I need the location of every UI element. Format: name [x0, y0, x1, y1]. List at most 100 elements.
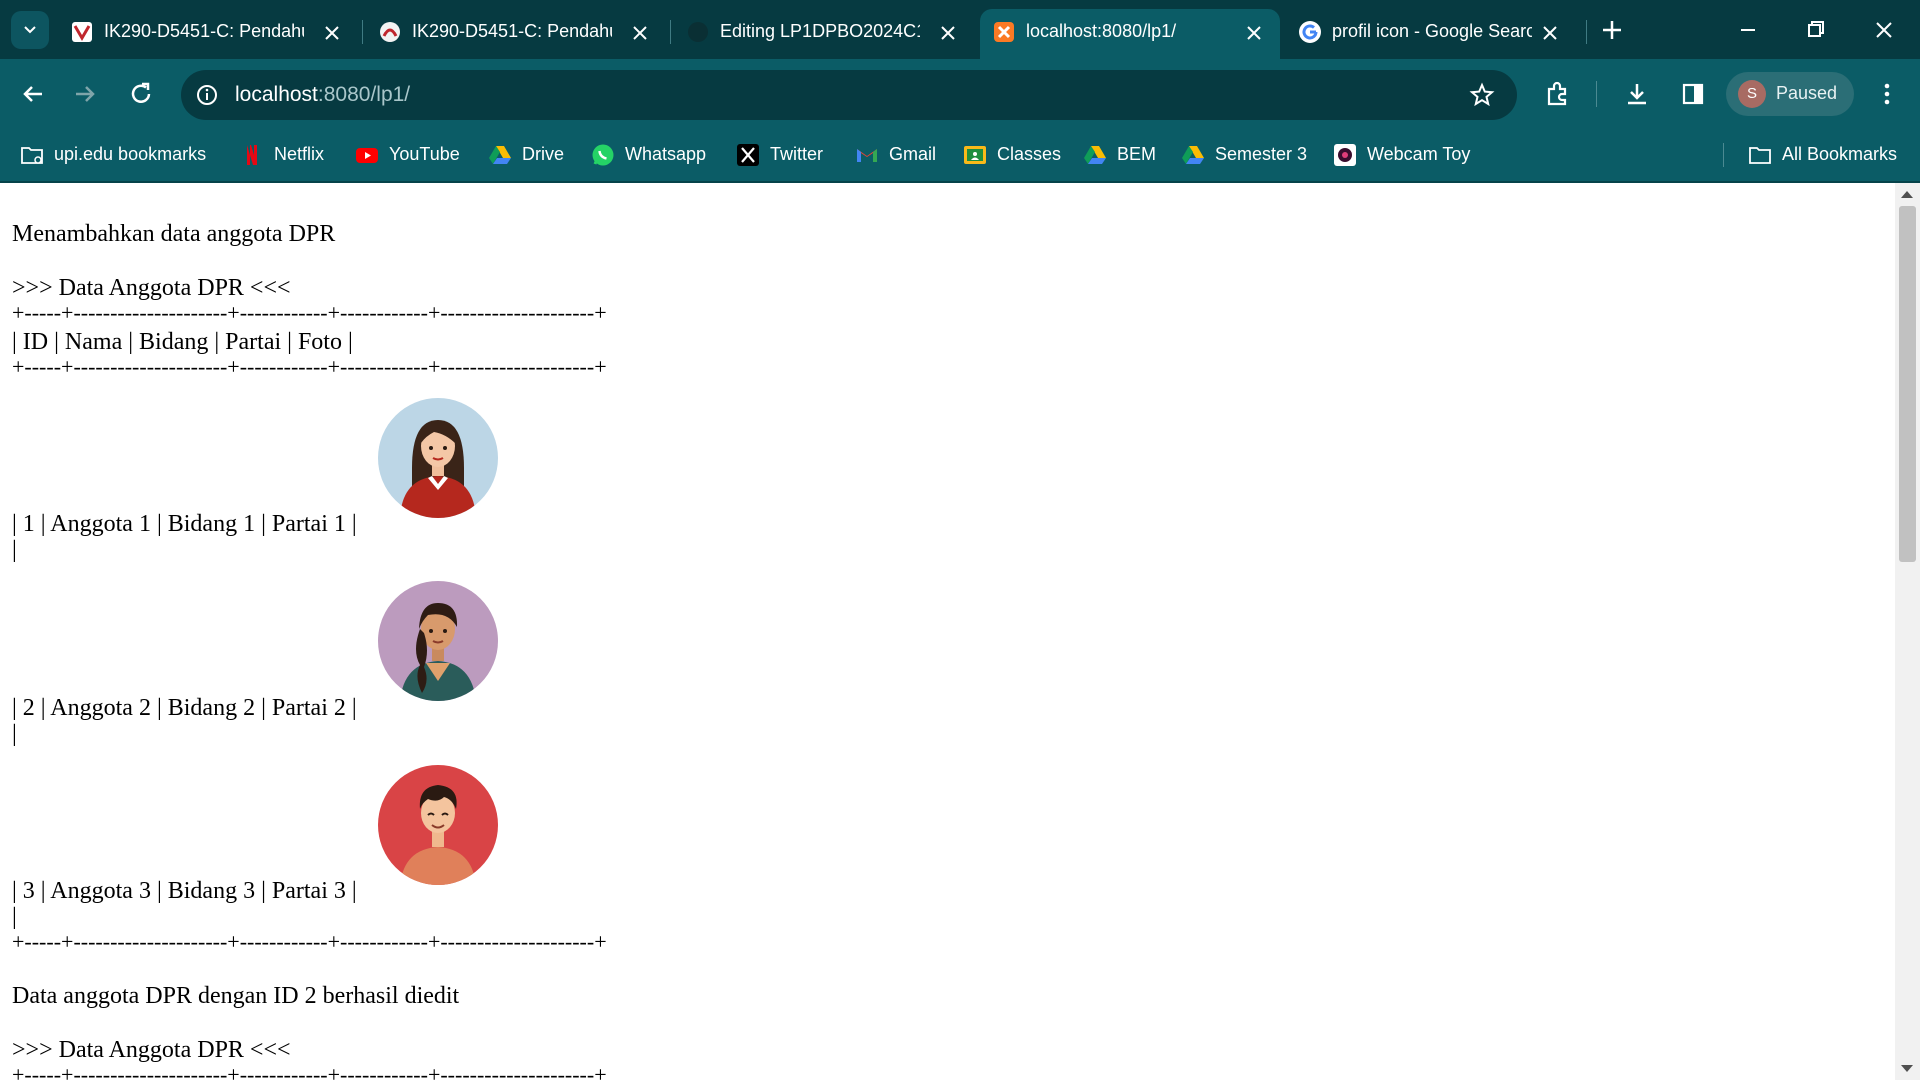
tab-title: localhost:8080/lp1/ — [1026, 21, 1177, 41]
bookmark-upi-folder[interactable]: upi.edu bookmarks — [20, 140, 215, 170]
extensions-icon[interactable] — [1541, 77, 1575, 111]
tab-title: profil icon - Google Searc — [1332, 21, 1532, 41]
table-border-top: +-----+---------------------+-----------… — [12, 300, 607, 325]
add-message: Menambahkan data anggota DPR — [12, 221, 336, 247]
scroll-down-arrow[interactable] — [1901, 1065, 1913, 1072]
bookmark-label: Classes — [997, 144, 1062, 164]
bookmark-label: Semester 3 — [1215, 144, 1308, 164]
close-icon[interactable] — [1242, 21, 1266, 45]
forward-arrow-icon[interactable] — [68, 77, 102, 111]
side-panel-icon[interactable] — [1676, 77, 1710, 111]
bookmarks-divider — [1723, 143, 1724, 167]
tab-search-button[interactable] — [11, 11, 49, 49]
bookmark-star-icon[interactable] — [1469, 82, 1495, 108]
profile-button[interactable]: S Paused — [1726, 72, 1854, 116]
woman-braid-avatar — [378, 581, 498, 701]
tab-localhost[interactable]: localhost:8080/lp1/ — [980, 9, 1280, 59]
bookmark-twitter[interactable]: Twitter — [736, 140, 836, 170]
bookmark-gmail[interactable]: Gmail — [855, 140, 945, 170]
webcam-icon — [1334, 144, 1356, 166]
close-window-icon[interactable] — [1866, 12, 1902, 48]
bookmark-whatsapp[interactable]: Whatsapp — [591, 140, 716, 170]
tab-separator — [1586, 20, 1587, 44]
bookmark-label: upi.edu bookmarks — [54, 144, 207, 164]
download-icon[interactable] — [1620, 77, 1654, 111]
url-text[interactable]: localhost:8080/lp1/ — [235, 83, 410, 107]
bookmark-youtube[interactable]: YouTube — [355, 140, 465, 170]
bookmark-label: All Bookmarks — [1782, 144, 1898, 164]
bookmark-bem[interactable]: BEM — [1083, 140, 1163, 170]
restore-icon[interactable] — [1798, 12, 1834, 48]
xampp-icon — [994, 22, 1014, 42]
profile-status: Paused — [1776, 83, 1838, 103]
close-icon[interactable] — [1538, 21, 1562, 45]
toolbar-divider — [1596, 81, 1597, 107]
bookmark-webcam-toy[interactable]: Webcam Toy — [1333, 140, 1478, 170]
close-icon[interactable] — [628, 21, 652, 45]
bookmarks-bar: upi.edu bookmarks Netflix YouTube Drive … — [0, 129, 1920, 183]
bookmark-label: Netflix — [274, 144, 325, 164]
scrollbar-thumb[interactable] — [1899, 206, 1916, 562]
close-icon[interactable] — [936, 21, 960, 45]
man-short-hair-avatar — [378, 765, 498, 885]
moodle-icon — [380, 22, 400, 42]
table-header-row: | ID | Nama | Bidang | Partai | Foto | — [12, 329, 353, 355]
bookmark-label: YouTube — [389, 144, 460, 164]
url-host: localhost — [235, 83, 318, 106]
tab-title: IK290-D5451-C: Pendahu — [104, 21, 304, 41]
address-bar[interactable]: localhost:8080/lp1/ — [181, 70, 1517, 120]
tab-google-search[interactable]: profil icon - Google Searc — [1286, 9, 1576, 59]
close-icon[interactable] — [320, 21, 344, 45]
tab-upi-1[interactable]: IK290-D5451-C: Pendahu — [58, 9, 358, 59]
google-icon — [1299, 21, 1321, 43]
page-scrollbar[interactable] — [1895, 183, 1920, 1080]
table-row: | 3 | Anggota 3 | Bidang 3 | Partai 3 | — [12, 878, 357, 904]
bookmark-drive[interactable]: Drive — [488, 140, 578, 170]
woman-long-hair-avatar — [378, 398, 498, 518]
classroom-icon — [964, 146, 986, 164]
drive-icon — [489, 146, 511, 164]
bookmark-semester-3[interactable]: Semester 3 — [1181, 140, 1308, 170]
site-info-icon[interactable] — [195, 83, 219, 107]
github-icon — [688, 22, 708, 42]
netflix-icon — [247, 145, 257, 165]
table-heading-2: >>> Data Anggota DPR <<< — [12, 1037, 291, 1063]
table-row-tail: | — [12, 904, 17, 930]
url-path: :8080/lp1/ — [317, 83, 411, 106]
reload-icon[interactable] — [124, 77, 158, 111]
table-row: | 2 | Anggota 2 | Bidang 2 | Partai 2 | — [12, 695, 357, 721]
bookmark-netflix[interactable]: Netflix — [240, 140, 340, 170]
all-bookmarks-button[interactable]: All Bookmarks — [1748, 140, 1903, 170]
folder-icon — [21, 147, 43, 164]
bookmark-label: Twitter — [770, 144, 824, 164]
back-arrow-icon[interactable] — [16, 77, 50, 111]
bookmark-label: BEM — [1117, 144, 1157, 164]
folder-icon — [1749, 147, 1771, 164]
navigation-toolbar: localhost:8080/lp1/ S Paused — [0, 59, 1920, 129]
edit-message: Data anggota DPR dengan ID 2 berhasil di… — [12, 983, 460, 1009]
chevron-down-icon — [24, 26, 36, 34]
tab-separator — [362, 20, 363, 44]
scroll-up-arrow[interactable] — [1901, 191, 1913, 198]
tab-upi-2[interactable]: IK290-D5451-C: Pendahu — [366, 9, 666, 59]
table-row-tail: | — [12, 537, 17, 563]
new-tab-icon[interactable] — [1594, 12, 1630, 48]
bookmark-label: Whatsapp — [625, 144, 707, 164]
whatsapp-icon — [592, 144, 614, 166]
bookmark-classes[interactable]: Classes — [963, 140, 1063, 170]
tab-separator — [670, 20, 671, 44]
bookmark-label: Webcam Toy — [1367, 144, 1471, 164]
gmail-icon — [857, 149, 877, 162]
table-border-bottom: +-----+---------------------+-----------… — [12, 929, 607, 954]
more-menu-icon[interactable] — [1870, 77, 1904, 111]
table-border-header: +-----+---------------------+-----------… — [12, 354, 607, 379]
table-border-top-2: +-----+---------------------+-----------… — [12, 1062, 607, 1080]
table-row-tail: | — [12, 721, 17, 747]
drive-icon — [1084, 146, 1106, 164]
tab-title: IK290-D5451-C: Pendahu — [412, 21, 612, 41]
tab-github-edit[interactable]: Editing LP1DPBO2024C1/ — [674, 9, 974, 59]
tab-title: Editing LP1DPBO2024C1/ — [720, 21, 920, 41]
table-row: | 1 | Anggota 1 | Bidang 1 | Partai 1 | — [12, 511, 357, 537]
avatar: S — [1738, 80, 1766, 108]
minimize-icon[interactable] — [1730, 12, 1766, 48]
